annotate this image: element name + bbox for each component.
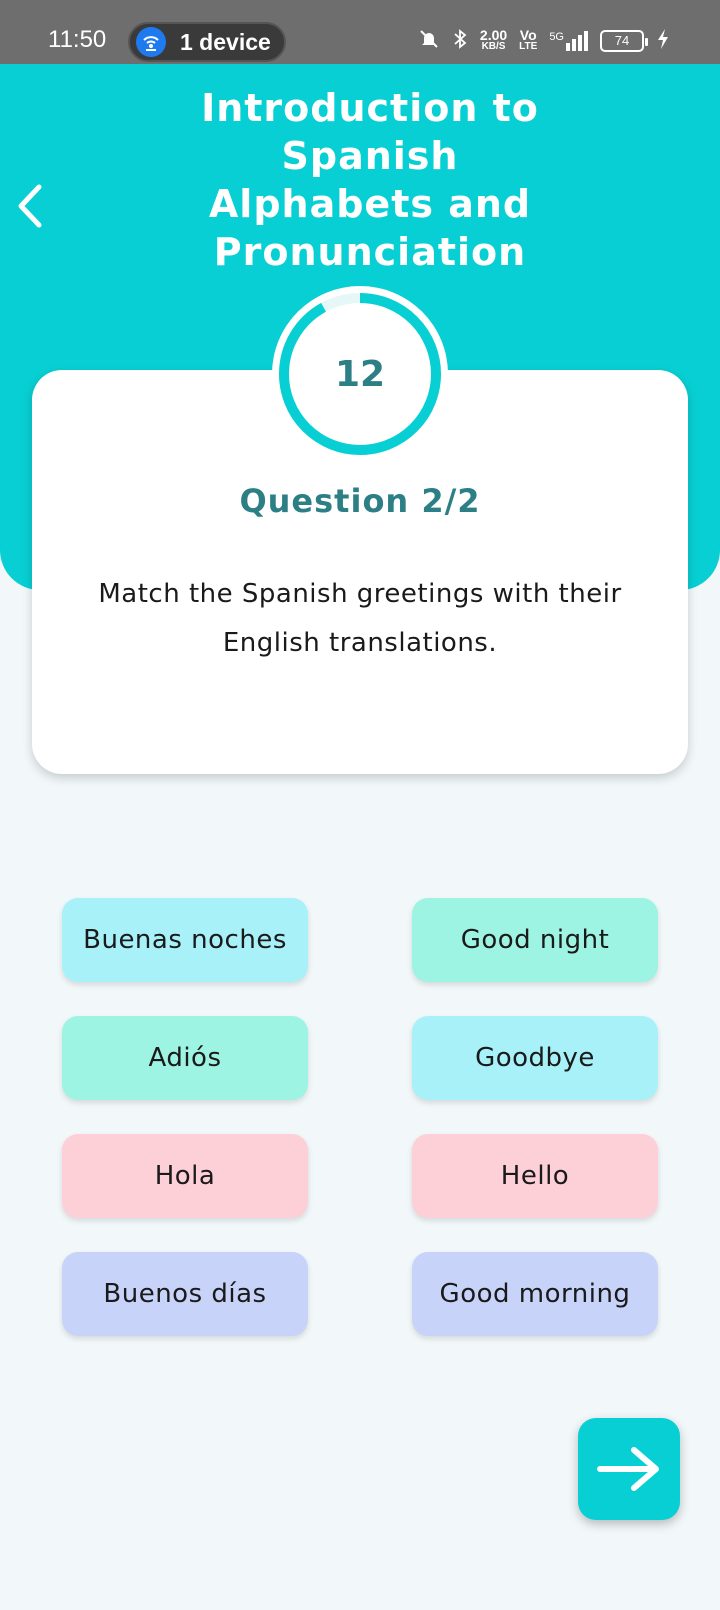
chevron-left-icon xyxy=(18,184,42,228)
match-right-2[interactable]: Goodbye xyxy=(412,1016,658,1100)
bluetooth-icon xyxy=(452,28,468,53)
match-right-3[interactable]: Hello xyxy=(412,1134,658,1218)
status-time: 11:50 xyxy=(48,26,107,53)
match-right-1[interactable]: Good night xyxy=(412,898,658,982)
charging-icon xyxy=(656,28,670,53)
hotspot-icon xyxy=(136,27,166,57)
hotspot-pill[interactable]: 1 device xyxy=(128,22,286,62)
signal-icon: 5G xyxy=(549,30,588,51)
network-speed: 2.00 KB/S xyxy=(479,26,508,52)
volte-indicator: Vo LTE xyxy=(519,26,538,52)
countdown-timer: 12 xyxy=(272,286,448,462)
match-left-1[interactable]: Buenas noches xyxy=(62,898,308,982)
status-icons: 2.00 KB/S Vo LTE 5G 74 xyxy=(418,28,670,53)
mute-icon xyxy=(418,28,440,53)
match-left-3[interactable]: Hola xyxy=(62,1134,308,1218)
page-title: Introduction to Spanish Alphabets and Pr… xyxy=(201,86,539,274)
match-left-4[interactable]: Buenos días xyxy=(62,1252,308,1336)
hotspot-label: 1 device xyxy=(180,28,271,55)
timer-value: 12 xyxy=(334,353,386,395)
arrow-right-icon xyxy=(597,1447,659,1491)
match-right-4[interactable]: Good morning xyxy=(412,1252,658,1336)
status-bar: 11:50 1 device 2.00 KB/S Vo LTE 5G 74 xyxy=(0,0,720,64)
question-text: Match the Spanish greetings with their E… xyxy=(98,579,622,658)
back-button[interactable] xyxy=(10,178,50,234)
question-label: Question 2/2 xyxy=(239,482,481,520)
next-button[interactable] xyxy=(578,1418,680,1520)
match-left-2[interactable]: Adiós xyxy=(62,1016,308,1100)
battery-icon: 74 xyxy=(600,29,648,52)
